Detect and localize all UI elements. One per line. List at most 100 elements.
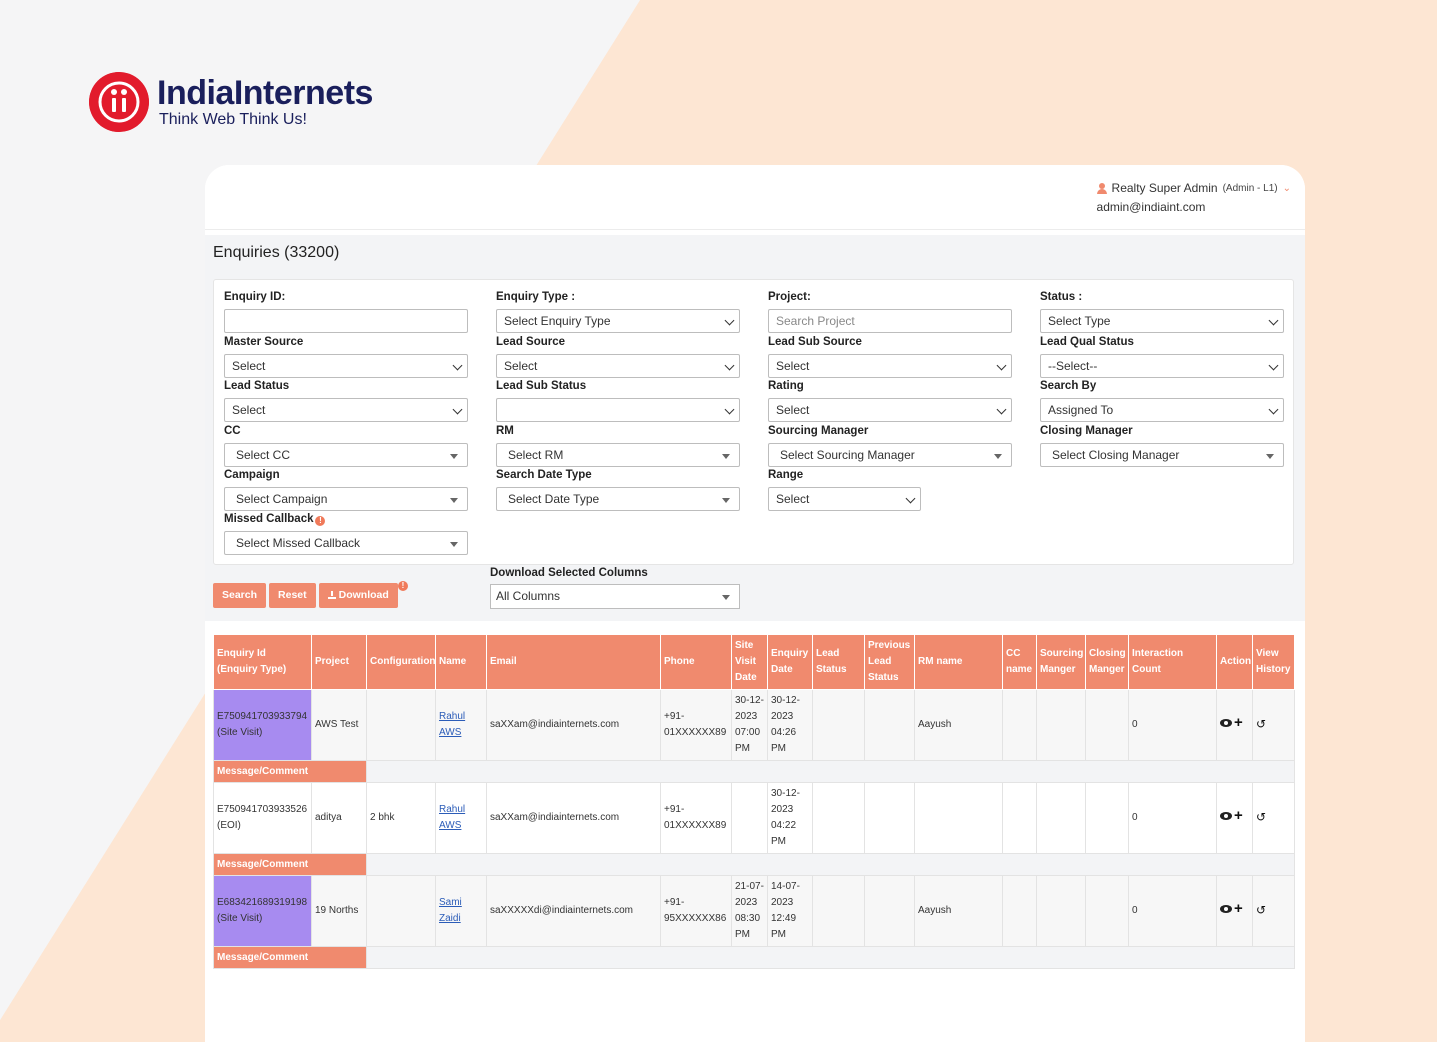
eye-icon[interactable] xyxy=(1220,719,1232,727)
chevron-down-icon xyxy=(1268,360,1279,371)
enquiry-id-input[interactable] xyxy=(224,309,468,333)
download-button[interactable]: Download xyxy=(318,583,398,608)
lead-status-cell xyxy=(812,875,865,947)
enquiry-type-filter: Enquiry Type : Select Enquiry Type xyxy=(496,290,740,333)
page-title: Enquiries (33200) xyxy=(213,244,340,261)
info-icon[interactable]: ! xyxy=(315,516,326,526)
status-filter: Status : Select Type xyxy=(1040,290,1284,333)
search-by-select[interactable]: Assigned To xyxy=(1040,398,1284,422)
user-email: admin@indiaint.com xyxy=(1096,200,1206,214)
rm-name-cell xyxy=(914,782,1003,854)
chevron-down-icon xyxy=(724,360,735,371)
project-search-input[interactable]: Search Project xyxy=(768,309,1012,333)
user-icon xyxy=(1096,182,1107,194)
download-info-icon[interactable]: ! xyxy=(398,581,408,591)
site-visit-date-cell xyxy=(731,782,768,854)
rating-filter: Rating Select xyxy=(768,379,1012,422)
message-comment-toggle[interactable]: Message/Comment xyxy=(213,946,367,969)
column-header: Phone xyxy=(660,634,732,690)
column-header: CC name xyxy=(1002,634,1037,690)
column-header: Closing Manger xyxy=(1085,634,1129,690)
lead-sub-source-select[interactable]: Select xyxy=(768,354,1012,378)
enquiry-id-cell: E750941703933526 (EOI) xyxy=(213,782,312,854)
plus-icon[interactable]: + xyxy=(1234,901,1243,916)
message-comment-toggle[interactable]: Message/Comment xyxy=(213,760,367,783)
site-visit-date-cell: 30-12- 2023 07:00 PM xyxy=(731,689,768,761)
dropdown-arrow-icon xyxy=(722,498,730,503)
lead-name-link[interactable]: Rahul AWS xyxy=(439,804,465,831)
view-history-cell: ↺ xyxy=(1252,689,1295,761)
brand-logo: IndiaInternets Think Web Think Us! xyxy=(89,72,373,132)
message-row: Message/Comment xyxy=(213,946,1295,969)
history-icon[interactable]: ↺ xyxy=(1256,903,1266,917)
action-buttons: Search Reset Download xyxy=(213,583,398,608)
lead-status-filter: Lead Status Select xyxy=(224,379,468,422)
lead-sub-source-filter: Lead Sub Source Select xyxy=(768,335,1012,378)
download-columns-filter: Download Selected Columns All Columns xyxy=(490,567,740,609)
dropdown-arrow-icon xyxy=(1266,454,1274,459)
plus-icon[interactable]: + xyxy=(1234,715,1243,730)
chevron-down-icon xyxy=(996,360,1007,371)
campaign-filter: Campaign Select Campaign xyxy=(224,468,468,511)
column-header: Project xyxy=(311,634,367,690)
sourcing-manager-cell xyxy=(1036,782,1086,854)
plus-icon[interactable]: + xyxy=(1234,808,1243,823)
chevron-down-icon xyxy=(724,404,735,415)
sourcing-manager-select[interactable]: Select Sourcing Manager xyxy=(768,443,1012,467)
configuration-cell xyxy=(366,689,436,761)
lead-qual-status-select[interactable]: --Select-- xyxy=(1040,354,1284,378)
message-comment-toggle[interactable]: Message/Comment xyxy=(213,853,367,876)
reset-button[interactable]: Reset xyxy=(269,583,316,608)
filter-panel: Enquiry ID: Enquiry Type : Select Enquir… xyxy=(213,279,1294,565)
search-date-type-select[interactable]: Select Date Type xyxy=(496,487,740,511)
email-cell: saXXam@indiainternets.com xyxy=(486,689,661,761)
search-date-type-filter: Search Date Type Select Date Type xyxy=(496,468,740,511)
lead-name-link[interactable]: Sami Zaidi xyxy=(439,897,462,924)
app-window: Realty Super Admin (Admin - L1) ⌄ admin@… xyxy=(205,165,1305,1042)
lead-source-select[interactable]: Select xyxy=(496,354,740,378)
missed-callback-select[interactable]: Select Missed Callback xyxy=(224,531,468,555)
master-source-filter: Master Source Select xyxy=(224,335,468,378)
rm-select[interactable]: Select RM xyxy=(496,443,740,467)
dropdown-arrow-icon xyxy=(722,595,730,600)
cc-name-cell xyxy=(1002,875,1037,947)
action-cell: + xyxy=(1216,689,1253,761)
table-row: E750941703933794 (Site Visit) AWS Test Rahu… xyxy=(213,689,1295,761)
configuration-cell: 2 bhk xyxy=(366,782,436,854)
eye-icon[interactable] xyxy=(1220,812,1232,820)
column-header: Sourcing Manger xyxy=(1036,634,1086,690)
download-columns-select[interactable]: All Columns xyxy=(490,584,740,609)
search-button[interactable]: Search xyxy=(213,583,267,608)
eye-icon[interactable] xyxy=(1220,905,1232,913)
user-menu[interactable]: Realty Super Admin (Admin - L1) ⌄ admin@… xyxy=(1096,181,1291,214)
lead-name-link[interactable]: Rahul AWS xyxy=(439,711,465,738)
brand-name: IndiaInternets xyxy=(157,74,373,112)
lead-status-select[interactable]: Select xyxy=(224,398,468,422)
closing-manager-filter: Closing Manager Select Closing Manager xyxy=(1040,424,1284,467)
history-icon[interactable]: ↺ xyxy=(1256,717,1266,731)
range-select[interactable]: Select xyxy=(768,487,921,511)
lead-sub-status-select[interactable] xyxy=(496,398,740,422)
status-select[interactable]: Select Type xyxy=(1040,309,1284,333)
previous-lead-status-cell xyxy=(864,689,915,761)
closing-manager-cell xyxy=(1085,782,1129,854)
sourcing-manager-cell xyxy=(1036,689,1086,761)
chevron-down-icon xyxy=(905,493,916,504)
closing-manager-select[interactable]: Select Closing Manager xyxy=(1040,443,1284,467)
enquiries-table-panel: Enquiry Id (Enquiry Type) Project Configur… xyxy=(205,621,1305,1042)
phone-cell: +91- 01XXXXXX89 xyxy=(660,782,732,854)
enquiry-date-cell: 30-12- 2023 04:26 PM xyxy=(767,689,813,761)
configuration-cell xyxy=(366,875,436,947)
campaign-select[interactable]: Select Campaign xyxy=(224,487,468,511)
chevron-down-icon[interactable]: ⌄ xyxy=(1283,183,1291,194)
project-filter: Project: Search Project xyxy=(768,290,1012,333)
search-by-filter: Search By Assigned To xyxy=(1040,379,1284,422)
history-icon[interactable]: ↺ xyxy=(1256,810,1266,824)
rating-select[interactable]: Select xyxy=(768,398,1012,422)
master-source-select[interactable]: Select xyxy=(224,354,468,378)
enquiry-type-select[interactable]: Select Enquiry Type xyxy=(496,309,740,333)
site-visit-date-cell: 21-07- 2023 08:30 PM xyxy=(731,875,768,947)
message-comment-content xyxy=(366,760,1295,783)
cc-select[interactable]: Select CC xyxy=(224,443,468,467)
project-cell: 19 Norths xyxy=(311,875,367,947)
